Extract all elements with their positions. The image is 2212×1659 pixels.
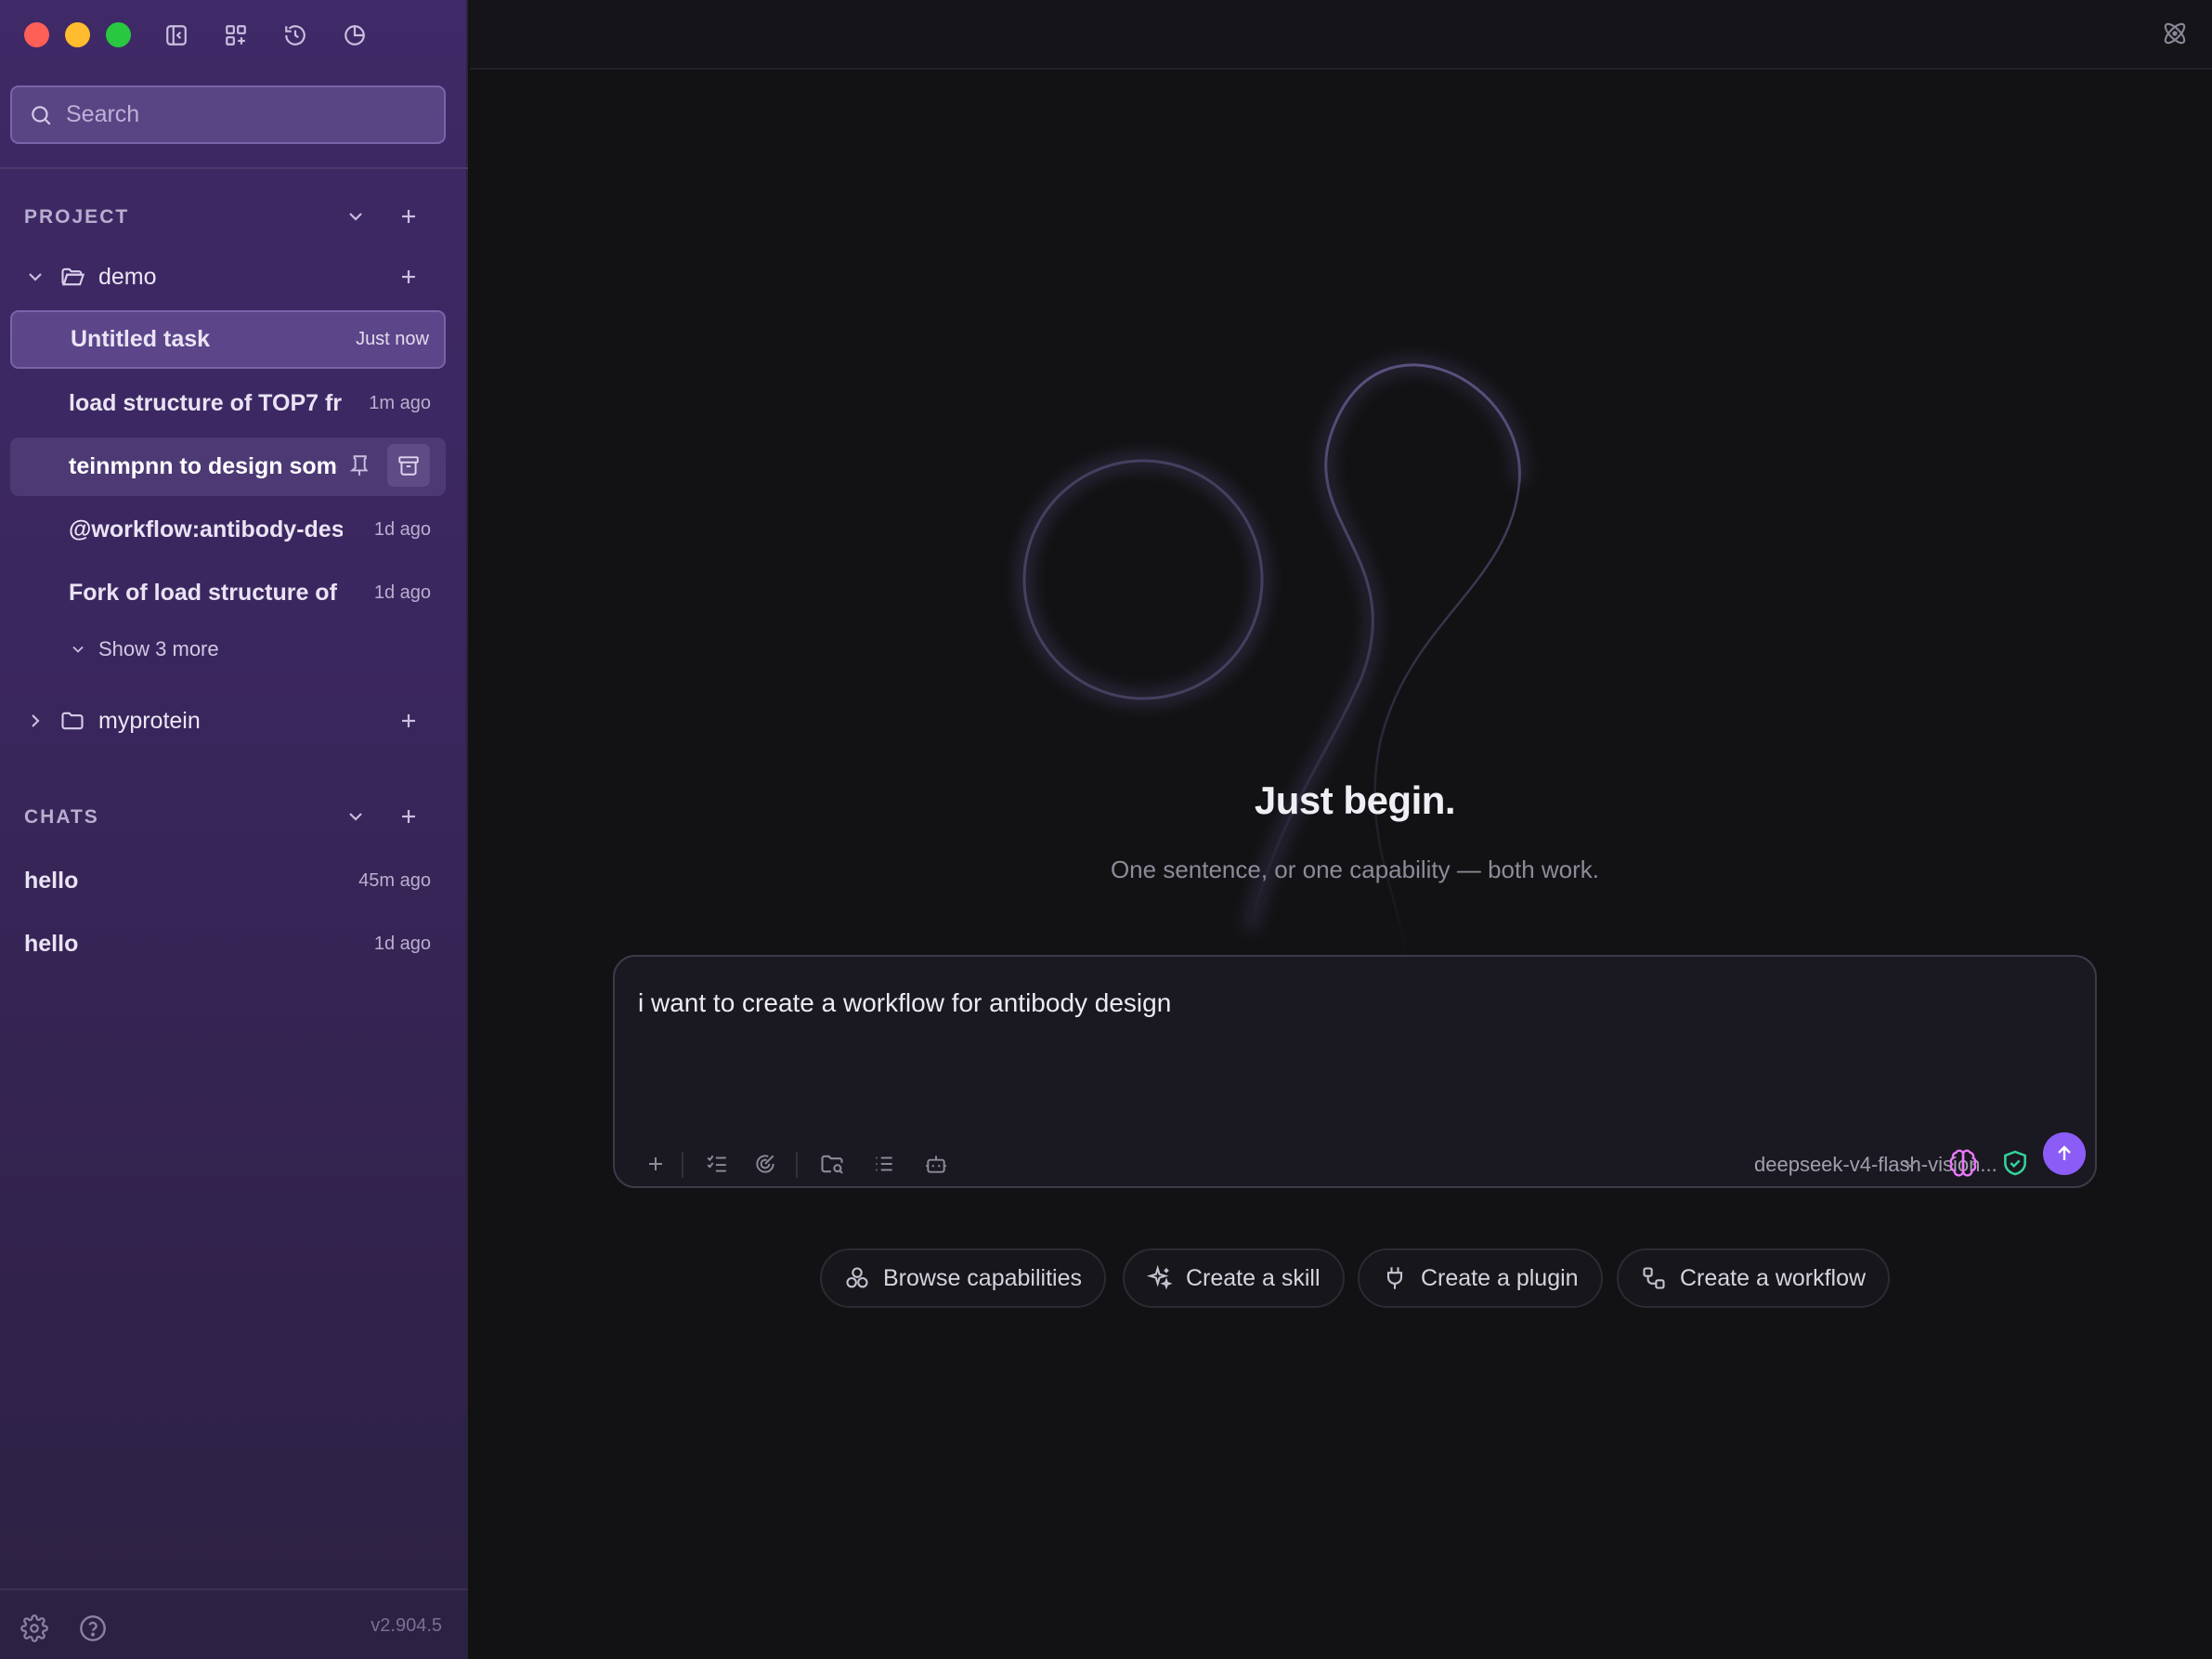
chat-item[interactable]: hello 1d ago (24, 925, 446, 962)
create-plugin-button[interactable]: Create a plugin (1358, 1248, 1603, 1308)
folder-icon (59, 708, 85, 734)
attach-plus-icon[interactable] (637, 1145, 674, 1182)
folder-search-icon[interactable] (813, 1145, 851, 1182)
folder-name: myprotein (98, 707, 201, 734)
plus-icon (402, 810, 415, 823)
show-more-button[interactable]: Show 3 more (69, 637, 219, 661)
target-icon[interactable] (747, 1145, 784, 1182)
minimize-window-button[interactable] (65, 22, 90, 47)
close-window-button[interactable] (24, 22, 49, 47)
new-chat-button[interactable] (391, 799, 426, 834)
archive-icon[interactable] (387, 444, 430, 487)
apps-grid-icon[interactable] (219, 19, 253, 52)
sidebar-footer-divider (0, 1588, 468, 1590)
composer-box[interactable]: i want to create a workflow for antibody… (613, 955, 2097, 1188)
settings-icon[interactable] (20, 1614, 48, 1642)
task-time: 1m ago (369, 393, 431, 413)
chats-section-header: CHATS (24, 806, 99, 828)
task-item-hovered[interactable]: teinmpnn to design some (10, 438, 446, 496)
project-section-header: PROJECT (24, 206, 130, 228)
chat-time: 45m ago (358, 869, 431, 891)
capabilities-icon (844, 1265, 870, 1291)
composer-input[interactable]: i want to create a workflow for antibody… (638, 988, 1171, 1018)
shield-check-icon[interactable] (2000, 1148, 2030, 1178)
pill-label: Create a plugin (1421, 1264, 1579, 1291)
plug-icon (1382, 1265, 1408, 1291)
plus-icon (402, 714, 415, 727)
task-item[interactable]: @workflow:antibody-des 1d ago (10, 501, 446, 559)
atom-icon[interactable] (2160, 19, 2190, 48)
task-item[interactable]: Fork of load structure of 1d ago (10, 564, 446, 622)
hero-title: Just begin. (1254, 778, 1456, 822)
create-skill-button[interactable]: Create a skill (1123, 1248, 1345, 1308)
task-item[interactable]: load structure of TOP7 fr 1m ago (10, 374, 446, 433)
sidebar-divider (0, 167, 468, 169)
add-project-button[interactable] (391, 199, 426, 234)
task-title: teinmpnn to design some (69, 453, 338, 479)
browse-capabilities-button[interactable]: Browse capabilities (820, 1248, 1106, 1308)
toolbar-divider (682, 1152, 683, 1178)
sparkle-icon (1147, 1265, 1173, 1291)
chat-title: hello (24, 867, 79, 894)
chevron-right-icon[interactable] (24, 710, 46, 732)
app-version: v2.904.5 (371, 1615, 442, 1636)
search-input-container[interactable] (10, 85, 446, 144)
chat-time: 1d ago (373, 933, 431, 954)
task-item-untitled[interactable]: Untitled task Just now (10, 310, 446, 369)
chats-collapse-button[interactable] (338, 799, 373, 834)
create-workflow-button[interactable]: Create a workflow (1617, 1248, 1891, 1308)
add-task-demo-button[interactable] (391, 259, 426, 294)
folder-open-icon (59, 264, 85, 290)
help-icon[interactable] (78, 1613, 108, 1643)
maximize-window-button[interactable] (106, 22, 131, 47)
task-time: 1d ago (373, 519, 431, 540)
pill-label: Create a workflow (1680, 1264, 1867, 1291)
task-time: Just now (356, 329, 429, 349)
pin-icon[interactable] (347, 453, 371, 477)
list-icon[interactable] (865, 1145, 903, 1182)
pill-label: Create a skill (1186, 1264, 1321, 1291)
pill-label: Browse capabilities (883, 1264, 1082, 1291)
folder-myprotein[interactable]: myprotein (24, 702, 201, 739)
task-time: 1d ago (373, 582, 431, 603)
collapse-sidebar-icon[interactable] (160, 19, 193, 52)
hero-subtitle: One sentence, or one capability — both w… (1110, 856, 1600, 883)
plus-icon (402, 270, 415, 283)
arrow-up-icon (2058, 1145, 2071, 1160)
task-title: @workflow:antibody-des (69, 516, 343, 542)
toolbar-divider (796, 1152, 798, 1178)
usage-pie-icon[interactable] (338, 19, 371, 52)
sidebar: PROJECT demo Untitled task Just now load… (0, 0, 468, 1659)
bot-icon[interactable] (917, 1145, 955, 1182)
checklist-icon[interactable] (698, 1145, 735, 1182)
main-area: Just begin. One sentence, or one capabil… (470, 0, 2212, 1659)
chevron-down-icon[interactable] (1900, 1154, 1920, 1174)
chevron-down-icon (349, 213, 362, 221)
chevron-down-icon[interactable] (24, 266, 46, 288)
search-input[interactable] (66, 101, 419, 128)
brain-icon[interactable] (1948, 1148, 1978, 1178)
decorative-glow-graphic (1018, 358, 1527, 967)
task-title: Untitled task (71, 326, 211, 352)
folder-demo[interactable]: demo (24, 258, 157, 295)
folder-name: demo (98, 263, 157, 290)
plus-icon (402, 210, 415, 223)
chat-item[interactable]: hello 45m ago (24, 862, 446, 899)
show-more-label: Show 3 more (98, 637, 219, 660)
chat-title: hello (24, 930, 79, 957)
project-collapse-button[interactable] (338, 199, 373, 234)
workflow-icon (1641, 1265, 1667, 1291)
chevron-down-icon (349, 813, 362, 821)
search-icon (29, 103, 53, 127)
send-button[interactable] (2043, 1132, 2086, 1175)
top-bar (470, 0, 2212, 70)
add-task-myprotein-button[interactable] (391, 703, 426, 738)
history-icon[interactable] (279, 19, 312, 52)
chevron-down-icon (69, 640, 87, 659)
task-title: Fork of load structure of (69, 580, 337, 606)
task-title: load structure of TOP7 fr (69, 390, 343, 416)
